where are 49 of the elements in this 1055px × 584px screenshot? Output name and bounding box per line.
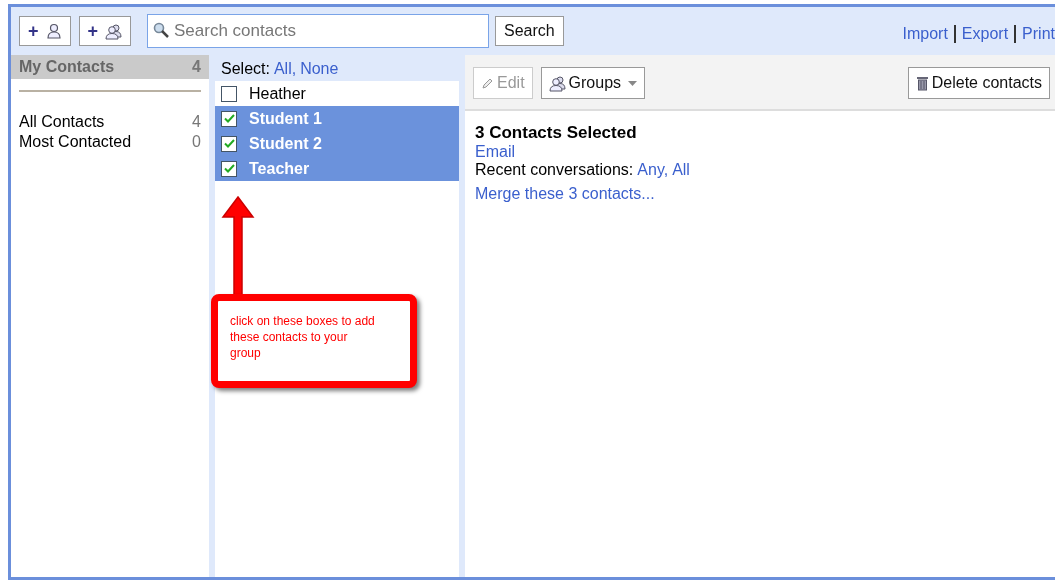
item-label: My Contacts xyxy=(19,58,115,76)
contact-name: Heather xyxy=(249,84,306,103)
trash-icon xyxy=(915,75,929,91)
callout-text: click on these boxes to add these contacts to your group xyxy=(211,294,417,388)
contact-name: Teacher xyxy=(249,159,310,178)
checkbox[interactable] xyxy=(221,160,237,177)
item-label: Most Contacted xyxy=(19,133,132,151)
item-count: 0 xyxy=(192,133,201,151)
recent-label: Recent conversations: xyxy=(475,161,634,179)
select-link[interactable]: All, xyxy=(273,60,297,78)
sidebar-item[interactable]: All Contacts 4 xyxy=(11,112,209,132)
add-group-button[interactable]: + xyxy=(78,16,132,46)
email-link[interactable]: Email xyxy=(475,143,1045,161)
sidebar-header[interactable]: My Contacts 4 xyxy=(11,55,209,79)
people-icon xyxy=(548,74,566,92)
check-icon xyxy=(223,139,235,148)
contact-row[interactable]: Student 1 xyxy=(215,106,459,131)
contact-row[interactable]: Teacher xyxy=(215,156,459,181)
select-link[interactable]: None xyxy=(300,60,339,78)
merge-link[interactable]: Merge these 3 contacts... xyxy=(475,185,1045,203)
toolbar-link[interactable]: Print xyxy=(1022,25,1055,43)
person-icon xyxy=(45,23,62,39)
toolbar-link[interactable]: Import xyxy=(902,25,948,43)
item-count: 4 xyxy=(192,58,201,76)
contact-row[interactable]: Heather xyxy=(215,81,459,106)
delete-button[interactable]: Delete contacts xyxy=(907,67,1050,99)
toolbar-link[interactable]: Export xyxy=(961,25,1009,43)
contact-row[interactable]: Student 2 xyxy=(215,131,459,156)
caret-icon xyxy=(628,80,638,86)
check-icon xyxy=(223,114,235,123)
checkbox[interactable] xyxy=(221,110,237,127)
contact-name: Student 2 xyxy=(249,134,322,153)
select-label: Select: xyxy=(221,60,270,78)
recent-link[interactable]: All xyxy=(672,161,690,179)
selection-title: 3 Contacts Selected xyxy=(475,123,638,143)
add-contact-button[interactable]: + xyxy=(19,16,71,46)
recent-link[interactable]: Any, xyxy=(637,161,669,179)
item-count: 4 xyxy=(192,113,201,131)
checkbox[interactable] xyxy=(221,85,237,102)
people-icon xyxy=(105,22,123,40)
item-label: All Contacts xyxy=(19,113,105,131)
search-field[interactable]: Search contacts xyxy=(147,14,490,48)
search-button[interactable]: Search xyxy=(495,16,564,46)
groups-button[interactable]: Groups xyxy=(540,67,646,99)
checkbox[interactable] xyxy=(221,135,237,152)
sidebar-item[interactable]: Most Contacted 0 xyxy=(11,132,209,152)
pencil-icon xyxy=(481,76,494,90)
contact-name: Student 1 xyxy=(249,109,322,128)
check-icon xyxy=(223,164,235,173)
